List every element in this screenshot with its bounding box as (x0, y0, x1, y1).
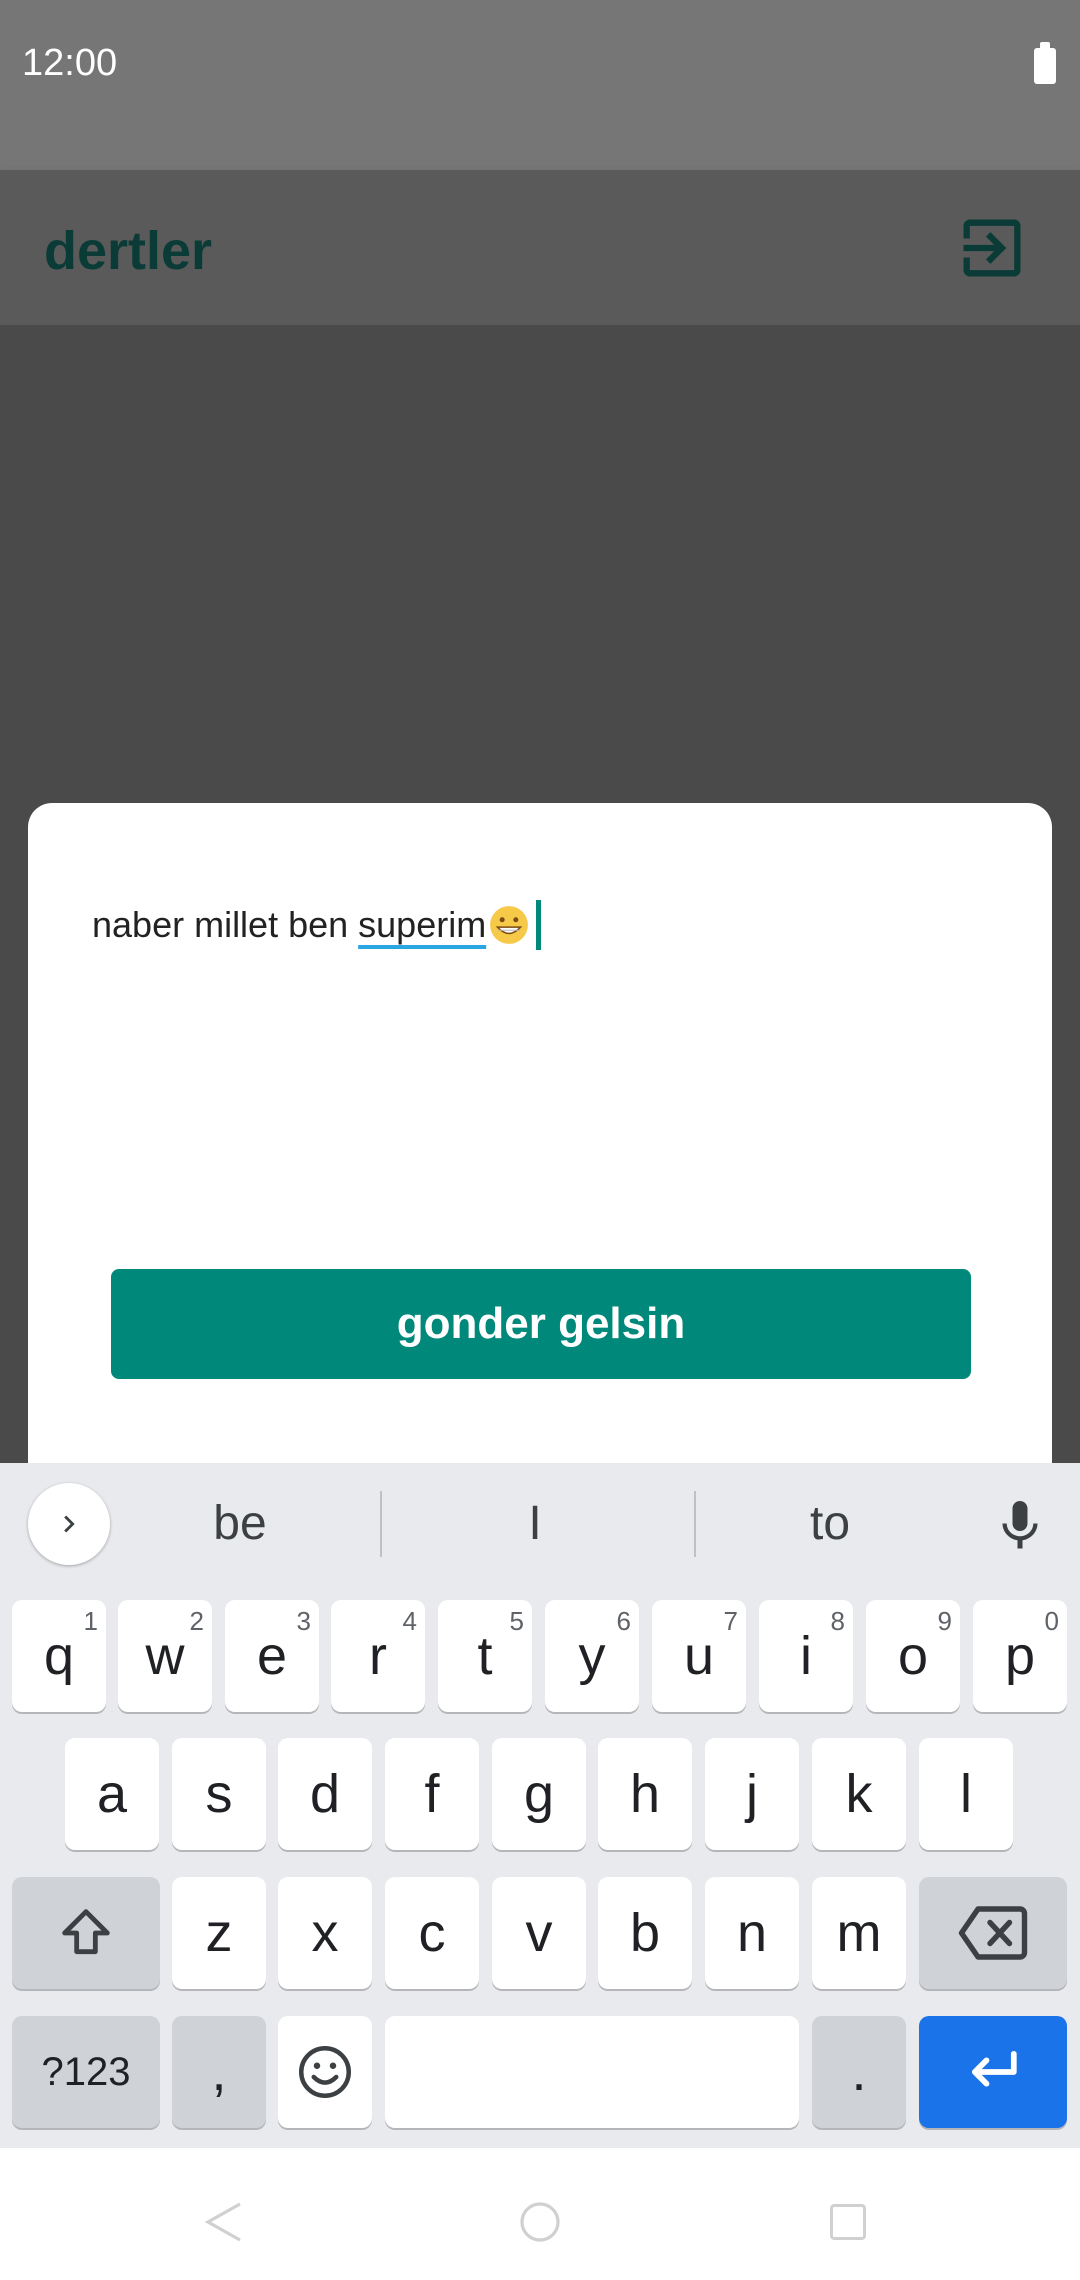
message-input[interactable]: naber millet ben superim (92, 895, 972, 955)
compose-dialog: naber millet ben superim gonder gelsin (28, 803, 1052, 1503)
key-hint: 2 (189, 1606, 204, 1636)
home-icon[interactable] (516, 2198, 564, 2246)
suggestion-divider (380, 1491, 382, 1557)
key-label: e (256, 1626, 288, 1686)
key-label: i (800, 1626, 812, 1686)
emoji-key[interactable] (278, 2016, 372, 2128)
suggestion-1[interactable]: be (140, 1493, 340, 1553)
chevron-right-icon (64, 1515, 75, 1533)
key-x[interactable]: x (278, 1877, 372, 1989)
key-label: t (477, 1626, 493, 1686)
key-hint: 6 (616, 1606, 631, 1636)
key-hint: 7 (723, 1606, 738, 1636)
key-hint: 1 (83, 1606, 98, 1636)
suggestion-2[interactable]: I (440, 1493, 630, 1553)
logout-icon[interactable] (954, 210, 1030, 286)
key-p[interactable]: p0 (973, 1600, 1067, 1712)
key-a[interactable]: a (65, 1738, 159, 1850)
app-bar: dertler (0, 170, 1080, 325)
expand-toolbar-button[interactable] (28, 1483, 110, 1565)
suggestion-divider (694, 1491, 696, 1557)
period-key[interactable]: . (812, 2016, 906, 2128)
key-label: r (369, 1626, 387, 1686)
key-b[interactable]: b (598, 1877, 692, 1989)
key-v[interactable]: v (492, 1877, 586, 1989)
grinning-face-icon (490, 906, 529, 944)
battery-icon (1034, 42, 1056, 84)
suggestion-3[interactable]: to (730, 1493, 930, 1553)
key-o[interactable]: o9 (866, 1600, 960, 1712)
key-f[interactable]: f (385, 1738, 479, 1850)
key-d[interactable]: d (278, 1738, 372, 1850)
enter-arrow-icon (971, 2050, 1017, 2087)
recents-icon[interactable] (826, 2200, 870, 2244)
symbols-key[interactable]: ?123 (12, 2016, 160, 2128)
status-time: 12:00 (22, 42, 118, 84)
send-button[interactable]: gonder gelsin (111, 1269, 971, 1379)
key-u[interactable]: u7 (652, 1600, 746, 1712)
key-i[interactable]: i8 (759, 1600, 853, 1712)
message-text: naber millet ben (92, 904, 359, 945)
key-r[interactable]: r4 (331, 1600, 425, 1712)
key-hint: 3 (296, 1606, 311, 1636)
key-label: u (683, 1626, 715, 1686)
key-n[interactable]: n (705, 1877, 799, 1989)
key-label: p (1004, 1626, 1036, 1686)
backspace-icon (958, 1906, 1028, 1960)
key-m[interactable]: m (812, 1877, 906, 1989)
key-t[interactable]: t5 (438, 1600, 532, 1712)
key-w[interactable]: w2 (118, 1600, 212, 1712)
back-icon[interactable] (200, 2198, 248, 2246)
key-h[interactable]: h (598, 1738, 692, 1850)
key-e[interactable]: e3 (225, 1600, 319, 1712)
key-label: q (43, 1626, 75, 1686)
comma-key[interactable]: , (172, 2016, 266, 2128)
key-hint: 0 (1044, 1606, 1059, 1636)
key-g[interactable]: g (492, 1738, 586, 1850)
shift-key[interactable] (12, 1877, 160, 1989)
microphone-icon[interactable] (990, 1491, 1050, 1561)
text-cursor (536, 900, 542, 950)
key-hint: 5 (509, 1606, 524, 1636)
key-label: w (145, 1626, 185, 1686)
key-k[interactable]: k (812, 1738, 906, 1850)
navigation-bar (0, 2148, 1080, 2280)
key-l[interactable]: l (919, 1738, 1013, 1850)
enter-key[interactable] (919, 2016, 1067, 2128)
key-z[interactable]: z (172, 1877, 266, 1989)
key-hint: 8 (830, 1606, 845, 1636)
key-q[interactable]: q1 (12, 1600, 106, 1712)
key-label: y (578, 1626, 606, 1686)
suggestion-bar: be I to (0, 1463, 1080, 1583)
key-label: o (897, 1626, 929, 1686)
key-y[interactable]: y6 (545, 1600, 639, 1712)
key-j[interactable]: j (705, 1738, 799, 1850)
shift-icon (62, 1909, 110, 1955)
smiley-icon (299, 2046, 351, 2098)
key-hint: 4 (402, 1606, 417, 1636)
space-key[interactable] (385, 2016, 799, 2128)
message-text-composing: superim (358, 904, 487, 945)
key-c[interactable]: c (385, 1877, 479, 1989)
app-title: dertler (44, 221, 213, 281)
status-bar: 12:00 (0, 0, 1080, 170)
key-hint: 9 (937, 1606, 952, 1636)
key-s[interactable]: s (172, 1738, 266, 1850)
soft-keyboard: be I to q1 w2 e3 r4 t5 y6 u7 i8 o9 p0 a … (0, 1463, 1080, 2148)
backspace-key[interactable] (919, 1877, 1067, 1989)
